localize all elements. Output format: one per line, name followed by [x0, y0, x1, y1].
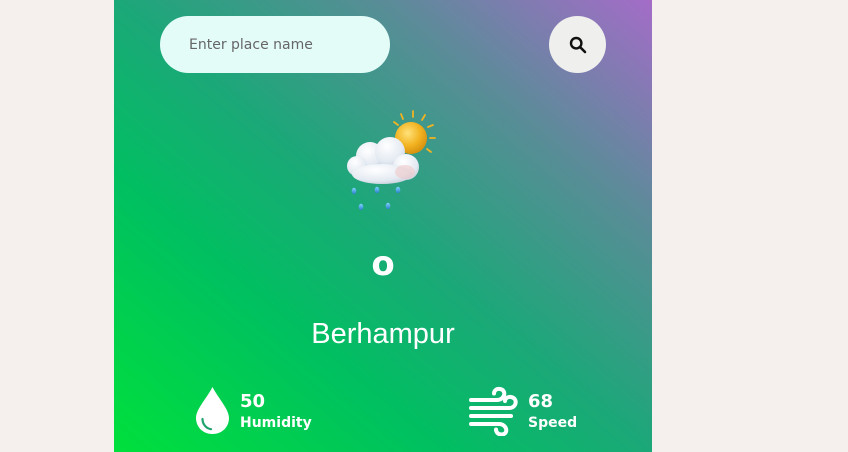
wind-speed-value: 68 — [528, 391, 554, 412]
wind-section: 68 Speed — [467, 386, 577, 436]
humidity-label: Humidity — [240, 414, 312, 431]
search-icon — [569, 36, 586, 53]
city-name: Berhampur — [311, 318, 455, 350]
temperature-value: o — [371, 244, 395, 284]
humidity-section: 50 Humidity — [194, 386, 312, 435]
humidity-value: 50 — [240, 390, 266, 412]
search-button[interactable] — [549, 16, 606, 73]
water-drop-icon — [196, 387, 229, 434]
wind-icon — [469, 386, 518, 436]
wind-speed-label: Speed — [528, 415, 578, 431]
weather-card: o Berhampur 50 Humidity 68 Speed — [114, 0, 652, 452]
search-input[interactable] — [160, 16, 390, 73]
sun-cloud-rain-icon — [347, 110, 436, 211]
